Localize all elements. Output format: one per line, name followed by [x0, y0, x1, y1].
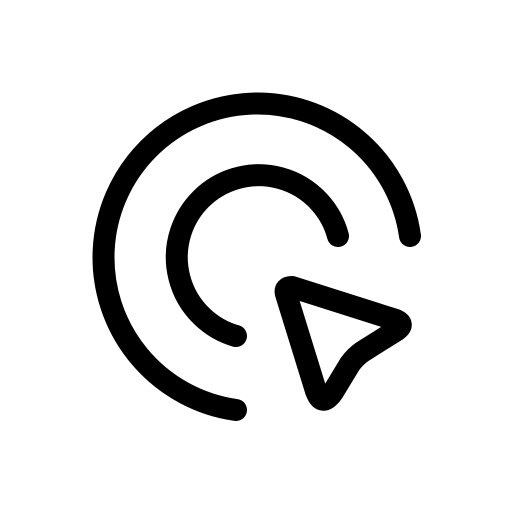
click-target-cursor-icon [92, 92, 421, 421]
inner-ring-arc [165, 164, 349, 347]
icon-canvas [0, 0, 512, 512]
cursor-arrow-icon [274, 276, 412, 411]
